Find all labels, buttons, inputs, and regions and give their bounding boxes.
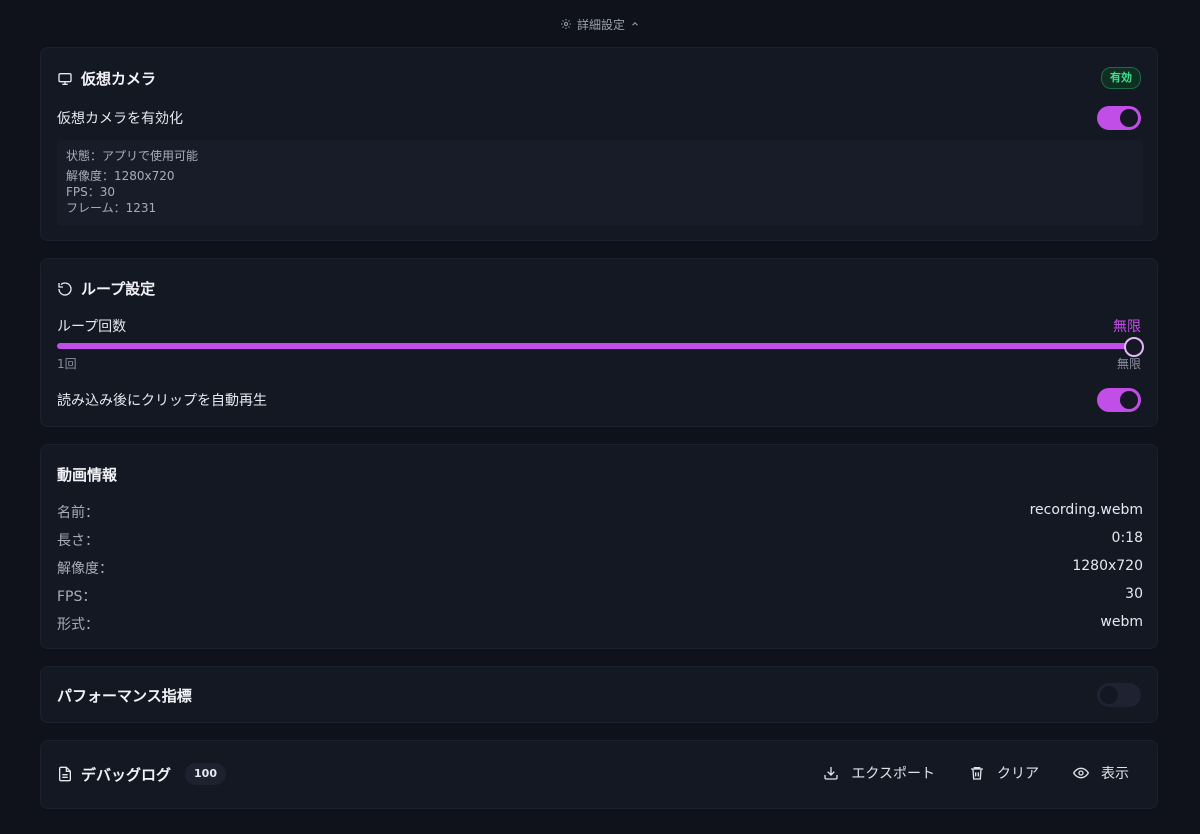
loop-count-value: 無限	[1113, 319, 1141, 335]
chevron-up-icon	[630, 19, 640, 29]
frame-line: フレーム：1231	[66, 201, 157, 215]
autoplay-toggle[interactable]	[1097, 388, 1141, 412]
toggle-knob	[1120, 109, 1138, 127]
performance-card: パフォーマンス指標	[40, 666, 1158, 723]
toggle-knob	[1100, 686, 1118, 704]
advanced-settings-label: 詳細設定	[576, 17, 625, 32]
trash-icon	[969, 765, 985, 781]
info-row-format: 形式： webm	[57, 614, 1143, 634]
info-value: 1280x720	[1072, 558, 1143, 574]
loop-settings-title: ループ設定	[81, 280, 156, 298]
performance-toggle[interactable]	[1097, 683, 1141, 707]
slider-min-label: 1回	[57, 357, 77, 371]
export-button[interactable]: エクスポート	[823, 763, 935, 783]
info-key: 長さ：	[57, 533, 99, 549]
loop-count-label: ループ回数	[57, 319, 127, 335]
virtual-camera-title: 仮想カメラ	[81, 70, 157, 88]
virtual-camera-card: 仮想カメラ 有効 仮想カメラを有効化 状態：アプリで使用可能 解像度：1280x…	[40, 47, 1158, 241]
info-key: 名前：	[57, 505, 99, 521]
show-label: 表示	[1101, 766, 1129, 782]
file-text-icon	[57, 766, 73, 782]
video-info-card: 動画情報 名前： recording.webm 長さ： 0:18 解像度： 12…	[40, 444, 1158, 649]
clear-label: クリア	[997, 766, 1039, 782]
enable-virtual-camera-toggle[interactable]	[1097, 106, 1141, 130]
toggle-knob	[1120, 391, 1138, 409]
performance-title: パフォーマンス指標	[57, 687, 192, 705]
status-badge: 有効	[1101, 67, 1141, 89]
info-value: 0:18	[1111, 530, 1143, 546]
camera-status-panel: 状態：アプリで使用可能 解像度：1280x720 FPS：30 フレーム：123…	[57, 140, 1143, 226]
show-button[interactable]: 表示	[1073, 763, 1129, 783]
resolution-line: 解像度：1280x720	[66, 169, 175, 183]
log-count-badge: 100	[185, 763, 226, 785]
debug-log-heading: デバッグログ 100	[57, 763, 226, 785]
info-key: 解像度：	[57, 561, 113, 577]
enable-virtual-camera-label: 仮想カメラを有効化	[57, 111, 183, 127]
info-row-resolution: 解像度： 1280x720	[57, 558, 1143, 578]
info-key: 形式：	[57, 617, 99, 633]
info-key: FPS：	[57, 589, 97, 605]
debug-log-actions: エクスポート クリア 表示	[823, 763, 1129, 783]
loop-settings-heading: ループ設定	[57, 278, 155, 299]
gear-icon	[560, 18, 572, 30]
slider-max-label: 無限	[1116, 357, 1141, 371]
status-line: 状態：アプリで使用可能	[66, 149, 199, 163]
info-row-duration: 長さ： 0:18	[57, 530, 1143, 550]
monitor-icon	[57, 71, 73, 87]
info-value: webm	[1100, 614, 1143, 630]
loop-count-slider-track[interactable]	[57, 343, 1134, 349]
loop-settings-card: ループ設定 ループ回数 無限 1回 無限 読み込み後にクリップを自動再生	[40, 258, 1158, 427]
loop-count-slider-thumb[interactable]	[1124, 337, 1144, 357]
fps-line: FPS：30	[66, 185, 116, 199]
info-row-fps: FPS： 30	[57, 586, 1143, 606]
video-info-title: 動画情報	[57, 466, 118, 484]
debug-log-card: デバッグログ 100 エクスポート クリア 表示	[40, 740, 1158, 809]
eye-icon	[1073, 765, 1089, 781]
info-row-name: 名前： recording.webm	[57, 502, 1143, 522]
virtual-camera-heading: 仮想カメラ	[57, 68, 156, 89]
download-icon	[823, 765, 839, 781]
debug-log-title: デバッグログ	[81, 765, 172, 784]
clear-button[interactable]: クリア	[969, 763, 1039, 783]
autoplay-label: 読み込み後にクリップを自動再生	[57, 393, 267, 409]
export-label: エクスポート	[851, 766, 935, 782]
info-value: 30	[1125, 586, 1143, 602]
advanced-settings-toggle[interactable]: 詳細設定	[0, 12, 1200, 36]
rotate-icon	[57, 281, 73, 297]
info-value: recording.webm	[1029, 502, 1143, 518]
